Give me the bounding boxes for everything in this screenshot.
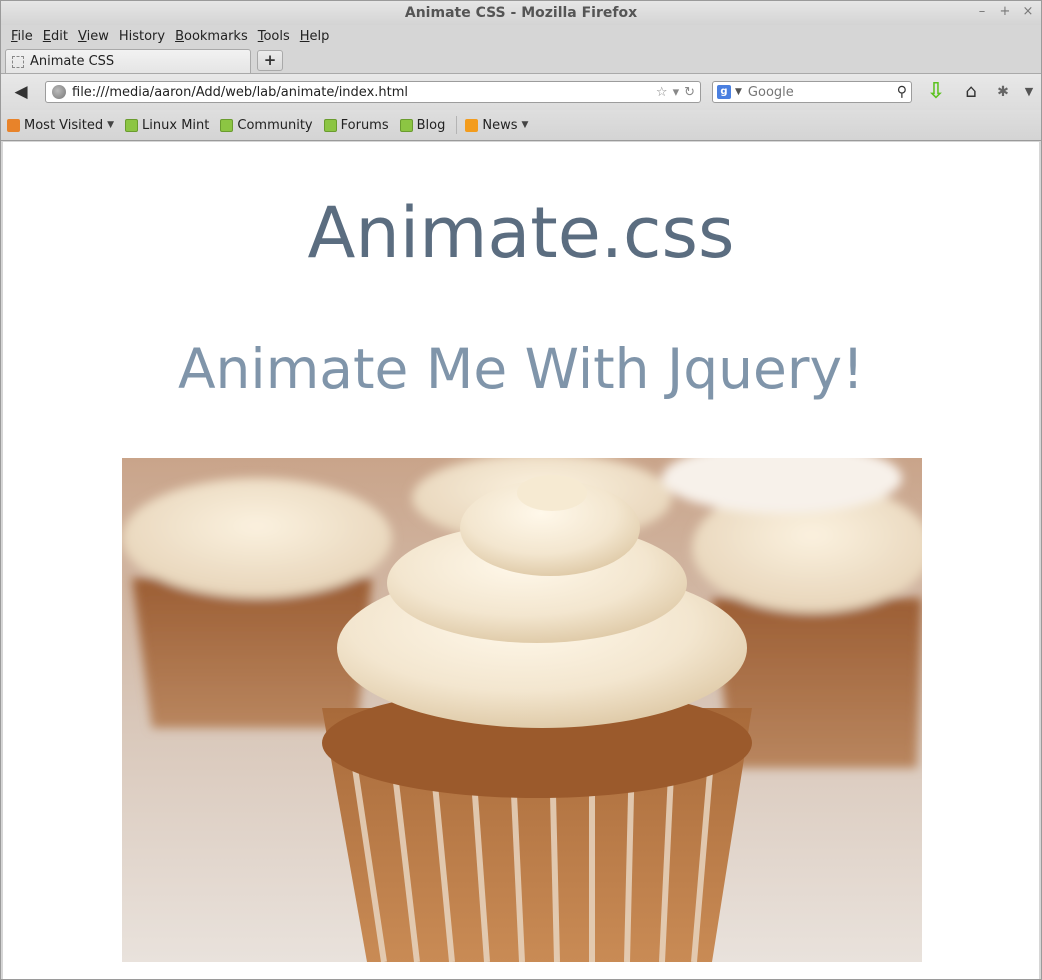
bookmark-blog[interactable]: Blog <box>399 117 446 133</box>
globe-icon <box>52 85 66 99</box>
back-button[interactable]: ◀ <box>10 82 32 102</box>
url-bar[interactable]: file:///media/aaron/Add/web/lab/animate/… <box>45 81 701 103</box>
rss-icon <box>465 118 479 132</box>
title-bar: Animate CSS - Mozilla Firefox – + × <box>1 1 1041 25</box>
bookmark-linux-mint[interactable]: Linux Mint <box>125 118 209 133</box>
toolbar-separator <box>456 116 458 134</box>
bookmark-label: News <box>482 117 518 133</box>
toolbar-menu-button[interactable]: ▼ <box>1022 83 1036 101</box>
page-title: Animate.css <box>307 192 735 274</box>
page-subtitle: Animate Me With Jquery! <box>177 337 865 401</box>
menu-bar: File Edit View History Bookmarks Tools H… <box>1 25 1041 47</box>
bookmark-news[interactable]: News ▼ <box>465 118 528 133</box>
menu-tools[interactable]: Tools <box>254 29 296 44</box>
magnifier-icon[interactable]: ⚲ <box>897 84 907 100</box>
bookmark-label: Linux Mint <box>142 117 210 133</box>
navigation-toolbar: ◀ file:///media/aaron/Add/web/lab/animat… <box>1 74 1041 110</box>
browser-window: Animate CSS - Mozilla Firefox – + × File… <box>0 0 1042 980</box>
linux-mint-icon <box>399 118 413 132</box>
chevron-down-icon: ▼ <box>1024 85 1034 98</box>
tab-label: Animate CSS <box>30 54 115 69</box>
tab-strip: Animate CSS + <box>1 47 1041 74</box>
chevron-down-icon: ▼ <box>521 120 529 130</box>
bookmark-forums[interactable]: Forums <box>323 117 389 133</box>
cupcake-photo <box>122 458 922 962</box>
menu-bookmarks[interactable]: Bookmarks <box>171 29 254 44</box>
url-dropdown-icon[interactable]: ▾ <box>673 85 680 100</box>
bookmark-label: Blog <box>416 117 446 133</box>
google-icon[interactable]: g <box>717 85 731 99</box>
plus-icon: + <box>263 51 277 69</box>
tab-animate-css[interactable]: Animate CSS <box>5 49 251 73</box>
search-engine-dropdown-icon[interactable]: ▼ <box>735 87 742 97</box>
home-button[interactable]: ⌂ <box>960 82 982 102</box>
close-button[interactable]: × <box>1021 4 1035 19</box>
addon-icon: ✱ <box>997 84 1009 100</box>
addon-button[interactable]: ✱ <box>993 82 1013 102</box>
menu-help[interactable]: Help <box>296 29 336 44</box>
menu-view[interactable]: View <box>74 29 115 44</box>
download-arrow-icon: ⇩ <box>926 79 946 104</box>
bookmarks-toolbar: Most Visited ▼ Linux Mint Community Foru… <box>1 110 1041 141</box>
download-button[interactable]: ⇩ <box>925 80 947 104</box>
menu-edit[interactable]: Edit <box>39 29 74 44</box>
linux-mint-icon <box>220 118 234 132</box>
linux-mint-icon <box>323 118 337 132</box>
bookmark-label: Forums <box>340 117 389 133</box>
search-bar[interactable]: g ▼ ⚲ <box>712 81 912 103</box>
bookmark-star-icon[interactable]: ☆ <box>656 85 668 100</box>
most-visited-icon <box>7 118 20 132</box>
maximize-button[interactable]: + <box>998 4 1012 19</box>
reload-icon[interactable]: ↻ <box>684 85 695 100</box>
url-text[interactable]: file:///media/aaron/Add/web/lab/animate/… <box>72 85 656 100</box>
minimize-button[interactable]: – <box>975 4 989 19</box>
bookmark-label: Most Visited <box>24 117 104 133</box>
blank-page-icon <box>12 55 24 68</box>
bookmark-most-visited[interactable]: Most Visited ▼ <box>7 118 114 133</box>
menu-history[interactable]: History <box>115 29 171 44</box>
back-arrow-icon: ◀ <box>14 82 28 102</box>
page-content: Animate.css Animate Me With Jquery! <box>3 142 1039 979</box>
new-tab-button[interactable]: + <box>257 50 283 71</box>
linux-mint-icon <box>125 118 139 132</box>
home-icon: ⌂ <box>965 81 977 102</box>
bookmark-label: Community <box>237 117 313 133</box>
menu-file[interactable]: File <box>7 29 39 44</box>
chevron-down-icon: ▼ <box>107 120 115 130</box>
bookmark-community[interactable]: Community <box>220 117 313 133</box>
window-controls: – + × <box>975 4 1035 19</box>
window-title: Animate CSS - Mozilla Firefox <box>404 5 638 21</box>
search-input[interactable] <box>747 84 897 100</box>
